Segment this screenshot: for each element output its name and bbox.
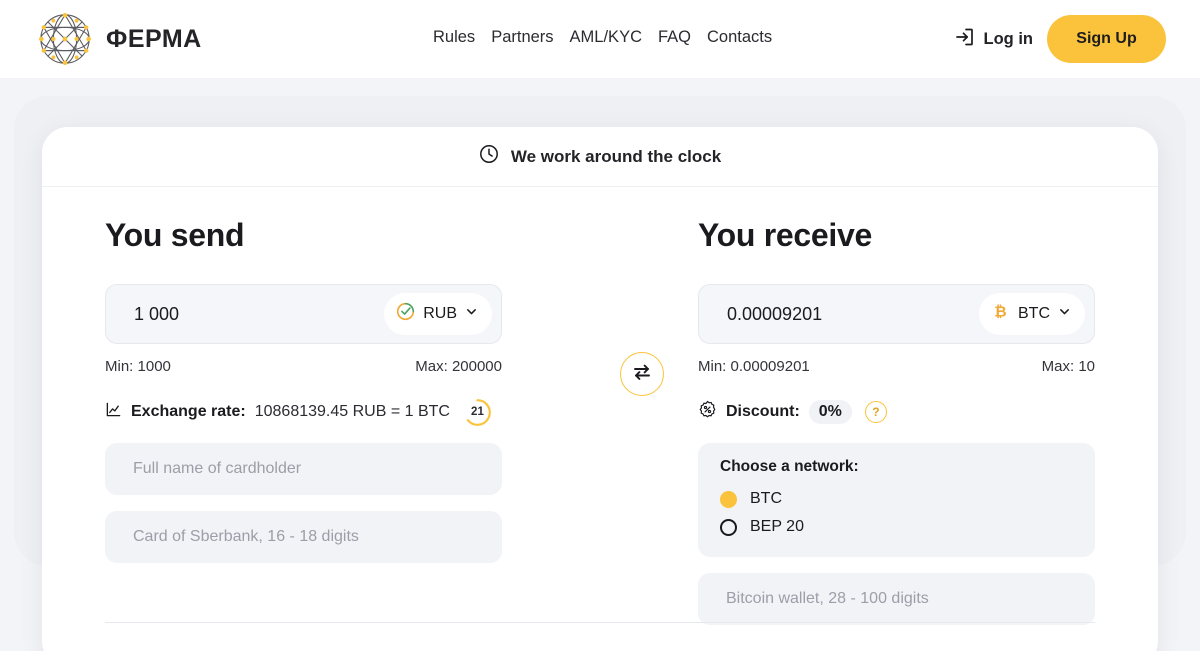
banner-text: We work around the clock [510,146,722,166]
network-option-bep20[interactable]: BEP 20 [720,513,1073,541]
discount-value: 0% [808,400,852,424]
wallet-address-input[interactable] [698,573,1095,625]
send-title: You send [105,217,245,253]
login-button[interactable]: Log in [953,26,1033,53]
send-amount-box: RUB [105,284,502,344]
cardholder-name-input[interactable] [105,443,502,495]
nav-item-amlkyc[interactable]: AML/KYC [570,28,642,47]
percent-badge-icon [698,400,717,424]
nav-item-contacts[interactable]: Contacts [707,28,772,47]
swap-button-wrap [620,352,664,396]
send-limits: Min: 1000 Max: 200000 [105,358,502,375]
swap-direction-button[interactable] [620,352,664,396]
nav-item-rules[interactable]: Rules [433,28,475,47]
receive-min-label: Min: 0.00009201 [698,358,810,375]
main-nav: Rules Partners AML/KYC FAQ Contacts [433,28,772,47]
radio-unselected-icon [720,518,737,536]
nav-item-faq[interactable]: FAQ [658,28,691,47]
work-hours-banner: We work around the clock [42,127,1158,187]
section-divider [105,622,1095,623]
network-option-btc-label: BTC [750,490,782,507]
receive-currency-selector[interactable]: ₿ BTC [979,293,1085,335]
send-currency-code: RUB [423,305,457,322]
network-chooser-title: Choose a network: [720,458,859,475]
chevron-down-icon [465,305,478,323]
chevron-down-icon [1058,305,1071,323]
receive-limits: Min: 0.00009201 Max: 10 [698,358,1095,375]
swap-arrows-icon [631,361,653,388]
receive-currency-code: BTC [1018,305,1050,322]
radio-selected-icon [720,490,737,508]
brand-logo[interactable]: ФЕРМА [36,10,202,68]
discount-row: Discount: 0% ? [698,397,1095,427]
rate-countdown-value: 21 [471,406,484,418]
exchange-form: You send RUB [42,187,1158,625]
send-amount-input[interactable] [134,303,385,325]
check-circle-icon [396,302,415,326]
brand-name: ФЕРМА [106,24,202,53]
chart-line-icon [105,401,122,423]
receive-amount-box: ₿ BTC [698,284,1095,344]
bitcoin-icon: ₿ [991,302,1010,326]
receive-max-label: Max: 10 [1041,358,1095,375]
header-actions: Log in Sign Up [953,15,1166,63]
receive-title: You receive [698,217,872,253]
send-column: You send RUB [105,217,502,625]
network-option-bep20-label: BEP 20 [750,518,804,535]
site-header: ФЕРМА Rules Partners AML/KYC FAQ Contact… [0,0,1200,78]
exchange-rate-label: Exchange rate: [131,403,246,420]
svg-text:₿: ₿ [994,304,1006,321]
card-number-input[interactable] [105,511,502,563]
send-min-label: Min: 1000 [105,358,171,375]
nav-item-partners[interactable]: Partners [491,28,553,47]
column-gap [502,217,698,625]
receive-column: You receive ₿ BTC [698,217,1095,625]
rate-countdown-timer: 21 [463,398,492,427]
network-chooser: Choose a network: BTC BEP 20 [698,443,1095,557]
signup-button[interactable]: Sign Up [1047,15,1166,63]
question-mark-icon[interactable]: ? [864,401,887,423]
discount-label: Discount: [726,403,800,420]
login-arrow-icon [953,26,975,53]
network-option-btc[interactable]: BTC [720,485,1073,513]
receive-amount-input[interactable] [727,303,979,325]
send-max-label: Max: 200000 [415,358,502,375]
exchange-card: We work around the clock You send RUB [42,127,1158,651]
clock-icon [479,144,499,169]
exchange-rate-row: Exchange rate: 10868139.45 RUB = 1 BTC 2… [105,397,502,427]
send-currency-selector[interactable]: RUB [384,293,492,335]
exchange-rate-value: 10868139.45 RUB = 1 BTC [254,403,450,420]
network-sphere-logo [36,10,94,68]
login-label: Log in [983,29,1033,48]
